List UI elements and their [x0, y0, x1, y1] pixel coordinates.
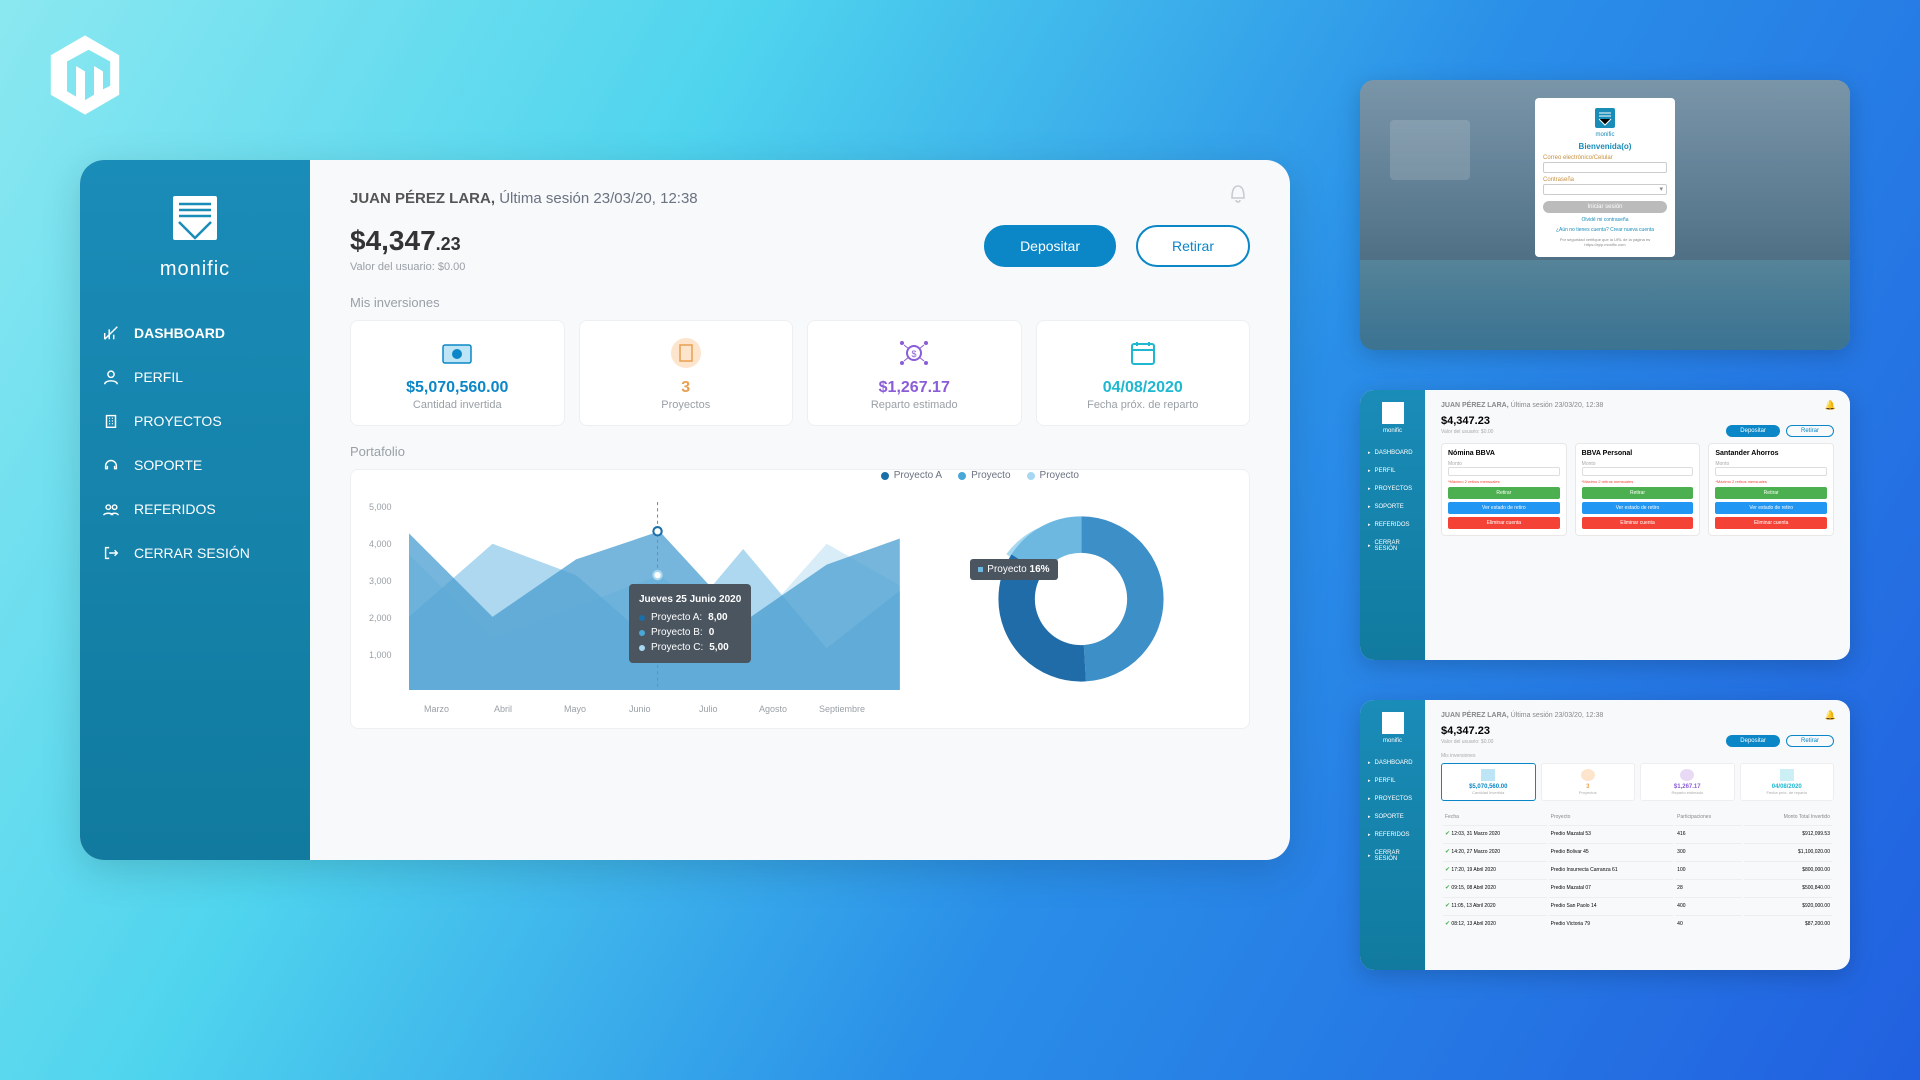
building-icon	[102, 412, 120, 430]
users-icon	[102, 500, 120, 518]
nav-list: DASHBOARD PERFIL PROYECTOS SOPORTE REFER…	[80, 311, 310, 575]
stat-projects[interactable]: 3 Proyectos	[579, 320, 794, 426]
greeting: JUAN PÉREZ LARA, Última sesión 23/03/20,…	[350, 190, 1250, 207]
investments-label: Mis inversiones	[350, 295, 1250, 310]
balance-value: $4,347.23	[350, 225, 465, 257]
nav-logout[interactable]: CERRAR SESIÓN	[80, 531, 310, 575]
password-field[interactable]: ▾	[1543, 184, 1667, 195]
nav-dashboard[interactable]: DASHBOARD	[80, 311, 310, 355]
mini-table: monific DASHBOARDPERFILPROYECTOSSOPORTER…	[1360, 700, 1850, 970]
dashboard-window: monific DASHBOARD PERFIL PROYECTOS SOPOR…	[80, 160, 1290, 860]
bell-icon[interactable]	[1226, 180, 1250, 204]
donut-chart: 35% 49% 10% Proyecto 16%	[930, 484, 1231, 714]
stat-invested[interactable]: $5,070,560.00 Cantidad invertida	[350, 320, 565, 426]
svg-text:$: $	[912, 349, 917, 359]
headset-icon	[102, 456, 120, 474]
mini-banks: monific DASHBOARDPERFILPROYECTOSSOPORTER…	[1360, 390, 1850, 660]
mini-login: monific Bienvenida(o) Correo electrónico…	[1360, 80, 1850, 350]
logout-icon	[102, 544, 120, 562]
brand-block: monific	[80, 190, 310, 281]
mini-sidebar: monific DASHBOARDPERFILPROYECTOSSOPORTER…	[1360, 390, 1425, 660]
line-chart: 5,0004,0003,0002,0001,000 MarzoAbrilMayo…	[369, 484, 910, 714]
bank-card: BBVA PersonalMonto*Máximo 2 retiros mens…	[1575, 443, 1701, 536]
bank-card: Santander AhorrosMonto*Máximo 2 retiros …	[1708, 443, 1834, 536]
balance-sub: Valor del usuario: $0.00	[350, 261, 465, 273]
deposit-button[interactable]: Depositar	[984, 225, 1116, 267]
portfolio-label: Portafolio	[350, 444, 1250, 459]
brand-corner-logo	[40, 30, 130, 120]
email-field[interactable]	[1543, 162, 1667, 173]
calendar-icon	[1123, 335, 1163, 371]
portfolio-panel: Proyecto A Proyecto Proyecto 5,0004,0003…	[350, 469, 1250, 729]
brand-icon	[165, 190, 225, 250]
nav-referidos[interactable]: REFERIDOS	[80, 487, 310, 531]
investments-table: FechaProyectoParticipacionesMonto Total …	[1441, 809, 1834, 933]
mini-sidebar: monific DASHBOARDPERFILPROYECTOSSOPORTER…	[1360, 700, 1425, 970]
nav-perfil[interactable]: PERFIL	[80, 355, 310, 399]
bank-card: Nómina BBVAMonto*Máximo 2 retiros mensua…	[1441, 443, 1567, 536]
share-icon: $	[894, 335, 934, 371]
login-button[interactable]: Iniciar sesión	[1543, 201, 1667, 213]
nav-proyectos[interactable]: PROYECTOS	[80, 399, 310, 443]
user-icon	[102, 368, 120, 386]
nav-soporte[interactable]: SOPORTE	[80, 443, 310, 487]
login-form: monific Bienvenida(o) Correo electrónico…	[1535, 98, 1675, 257]
stat-estimated[interactable]: $ $1,267.17 Reparto estimado	[807, 320, 1022, 426]
brand-name: monific	[160, 258, 230, 281]
chart-tooltip: Jueves 25 Junio 2020 Proyecto A: 8,00 Pr…	[629, 584, 751, 663]
stat-next-date[interactable]: 04/08/2020 Fecha próx. de reparto	[1036, 320, 1251, 426]
chart-icon	[102, 324, 120, 342]
donut-tooltip: Proyecto 16%	[970, 559, 1057, 580]
stat-cards: $5,070,560.00 Cantidad invertida 3 Proye…	[350, 320, 1250, 426]
withdraw-button[interactable]: Retirar	[1136, 225, 1250, 267]
sidebar: monific DASHBOARD PERFIL PROYECTOS SOPOR…	[80, 160, 310, 860]
chart-legend: Proyecto A Proyecto Proyecto	[881, 470, 1079, 481]
money-icon	[437, 335, 477, 371]
main-content: JUAN PÉREZ LARA, Última sesión 23/03/20,…	[310, 160, 1290, 860]
building-stat-icon	[666, 335, 706, 371]
